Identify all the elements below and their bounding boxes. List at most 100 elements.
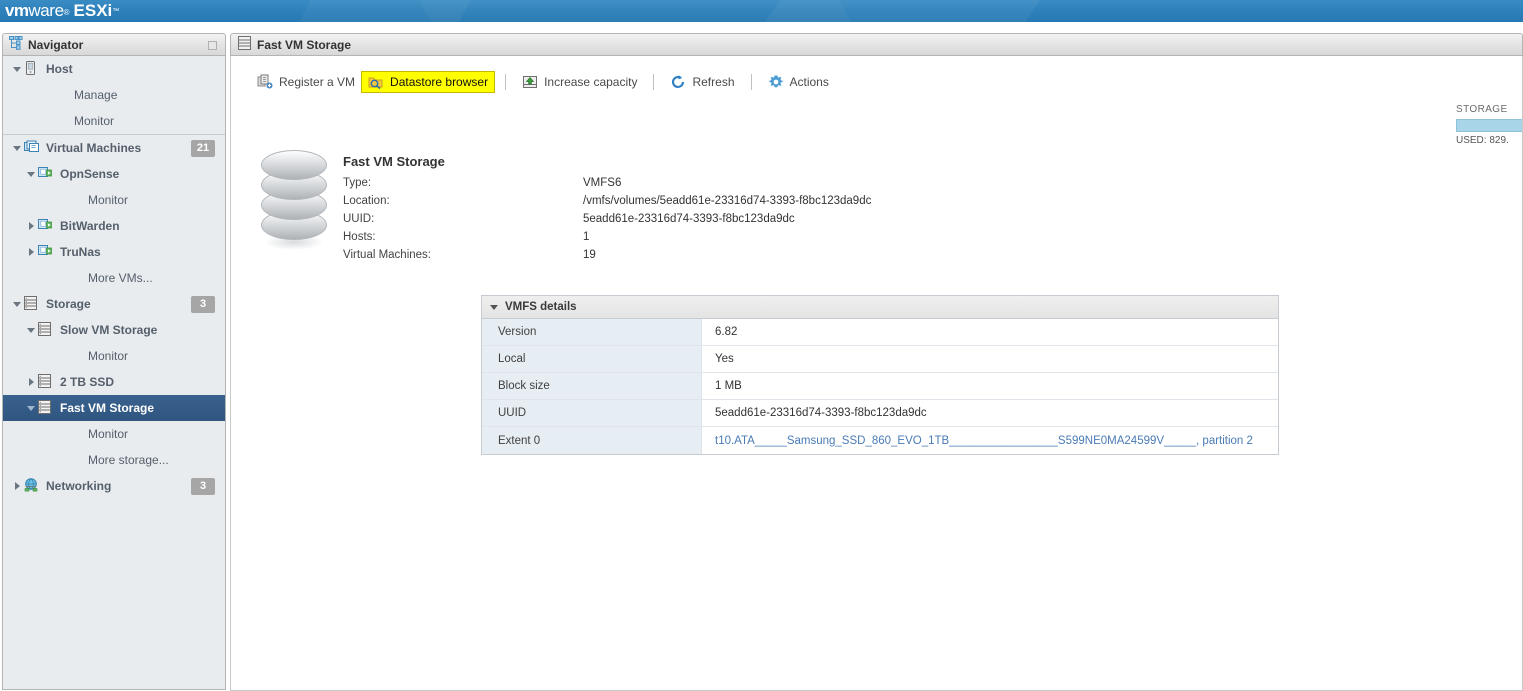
toolbar-separator-2	[653, 74, 655, 90]
storage-gauge-title: STORAGE	[1456, 104, 1508, 115]
sidebar-badge-networking: 3	[191, 478, 215, 495]
content-tab-header[interactable]: Fast VM Storage	[230, 33, 1523, 56]
sidebar-item-monitor[interactable]: Monitor	[3, 421, 225, 447]
summary-field-row: Virtual Machines: 19	[343, 246, 871, 264]
content-body: Register a VM Datastore browser Increase…	[230, 56, 1523, 691]
summary-field-key: Type:	[343, 177, 372, 189]
toolbar-separator-1	[505, 74, 507, 90]
detail-value: 5eadd61e-23316d74-3393-f8bc123da9dc	[702, 400, 1278, 426]
storage-gauge-used-text: USED: 829.	[1456, 135, 1509, 146]
chevron-down-icon[interactable]	[11, 142, 23, 154]
sidebar-item-monitor[interactable]: Monitor	[3, 108, 225, 134]
navigator-tree-groups: Host Manage Monitor Virtual Machines 21 OpnSe…	[3, 56, 225, 499]
detail-value: Yes	[702, 346, 1278, 372]
increase-capacity-label: Increase capacity	[544, 75, 638, 89]
sidebar-item-storage[interactable]: Storage 3	[3, 291, 225, 317]
register-vm-label: Register a VM	[279, 75, 356, 89]
detail-key: Block size	[482, 373, 702, 399]
summary-field-key: Location:	[343, 195, 390, 207]
detail-key: Extent 0	[482, 427, 702, 454]
vmfs-details-panel: VMFS details Version 6.82 Local Yes Block si…	[481, 295, 1279, 455]
sidebar-item-label: More storage...	[88, 453, 169, 467]
summary-field-key: Virtual Machines:	[343, 249, 431, 261]
sidebar-item-label: Manage	[74, 88, 118, 102]
extent-device-link[interactable]: t10.ATA_____Samsung_SSD_860_EVO_1TB_____…	[715, 435, 1253, 447]
sidebar-item-label: Monitor	[88, 349, 129, 363]
sidebar-item-host[interactable]: Host	[3, 56, 225, 82]
table-row: Extent 0 t10.ATA_____Samsung_SSD_860_EVO_…	[482, 427, 1278, 454]
register-vm-icon	[257, 74, 273, 90]
sidebar-item-label: Monitor	[88, 193, 129, 207]
refresh-label: Refresh	[692, 75, 735, 89]
storage-icon	[24, 296, 42, 312]
sidebar-item-monitor[interactable]: Monitor	[3, 343, 225, 369]
icon-spacer	[66, 270, 84, 286]
sidebar-item-manage[interactable]: Manage	[3, 82, 225, 108]
increase-capacity-button[interactable]: Increase capacity	[516, 71, 643, 93]
summary-field-value: 19	[583, 249, 596, 261]
summary-field-row: Type: VMFS6	[343, 174, 871, 192]
summary-field-row: UUID: 5eadd61e-23316d74-3393-f8bc123da9dc	[343, 210, 871, 228]
sidebar-item-label: Monitor	[74, 114, 115, 128]
detail-key: Version	[482, 319, 702, 345]
navigator-group-1: Virtual Machines 21 OpnSense Monitor BitWard…	[3, 135, 225, 499]
sidebar-item-networking[interactable]: Networking 3	[3, 473, 225, 499]
summary-field-row: Hosts: 1	[343, 228, 871, 246]
chevron-down-icon[interactable]	[25, 402, 37, 414]
chevron-down-icon[interactable]	[25, 324, 37, 336]
sidebar-item-more-vms[interactable]: More VMs...	[3, 265, 225, 291]
chevron-right-icon[interactable]	[25, 376, 37, 388]
detail-key: Local	[482, 346, 702, 372]
collapse-panel-icon[interactable]	[208, 41, 217, 50]
navigator-tree-icon	[9, 36, 23, 53]
chevron-down-icon[interactable]	[11, 298, 23, 310]
sidebar-item-label: TruNas	[60, 245, 101, 259]
sidebar-item-trunas[interactable]: TruNas	[3, 239, 225, 265]
increase-capacity-icon	[522, 74, 538, 90]
sidebar-item-more-storage[interactable]: More storage...	[3, 447, 225, 473]
actions-gear-icon	[768, 74, 784, 90]
chevron-down-icon[interactable]	[25, 168, 37, 180]
chevron-right-icon[interactable]	[25, 246, 37, 258]
vm-on-icon	[38, 166, 56, 182]
chevron-right-icon[interactable]	[11, 480, 23, 492]
navigator-header: Navigator	[2, 33, 226, 56]
sidebar-badge-storage: 3	[191, 296, 215, 313]
sidebar-item-virtual-machines[interactable]: Virtual Machines 21	[3, 135, 225, 161]
navigator-pane: Navigator Host Manage Monitor Virtual Machi…	[0, 33, 228, 691]
detail-value-text: Yes	[715, 353, 734, 365]
chevron-right-icon[interactable]	[25, 220, 37, 232]
detail-value-text: 6.82	[715, 326, 738, 338]
chevron-down-icon	[490, 302, 500, 312]
datastore-toolbar: Register a VM Datastore browser Increase…	[251, 69, 835, 95]
sidebar-item-bitwarden[interactable]: BitWarden	[3, 213, 225, 239]
toolbar-separator-3	[750, 74, 752, 90]
sidebar-item-slow-vm-storage[interactable]: Slow VM Storage	[3, 317, 225, 343]
actions-button[interactable]: Actions	[762, 71, 835, 93]
table-row: Block size 1 MB	[482, 373, 1278, 400]
vms-icon	[24, 140, 42, 156]
datastore-browser-button[interactable]: Datastore browser	[361, 71, 496, 93]
sidebar-item-2-tb-ssd[interactable]: 2 TB SSD	[3, 369, 225, 395]
navigator-group-0: Host Manage Monitor	[3, 56, 225, 135]
datastore-name: Fast VM Storage	[343, 154, 445, 169]
sidebar-item-fast-vm-storage[interactable]: Fast VM Storage	[3, 395, 225, 421]
logo-vm-text: vm	[5, 0, 29, 20]
sidebar-item-monitor[interactable]: Monitor	[3, 187, 225, 213]
vmfs-details-header[interactable]: VMFS details	[482, 296, 1278, 319]
datastore-icon	[38, 400, 56, 416]
icon-spacer	[66, 192, 84, 208]
refresh-button[interactable]: Refresh	[664, 71, 740, 93]
actions-label: Actions	[789, 75, 829, 89]
sidebar-item-opnsense[interactable]: OpnSense	[3, 161, 225, 187]
table-row: Version 6.82	[482, 319, 1278, 346]
register-vm-button[interactable]: Register a VM	[251, 71, 361, 93]
refresh-icon	[670, 74, 686, 90]
datastore-icon	[38, 374, 56, 390]
chevron-down-icon[interactable]	[11, 63, 23, 75]
datastore-large-icon-wrap	[251, 148, 343, 264]
datastore-summary-fields: Type: VMFS6 Location: /vmfs/volumes/5eadd61…	[343, 174, 871, 264]
